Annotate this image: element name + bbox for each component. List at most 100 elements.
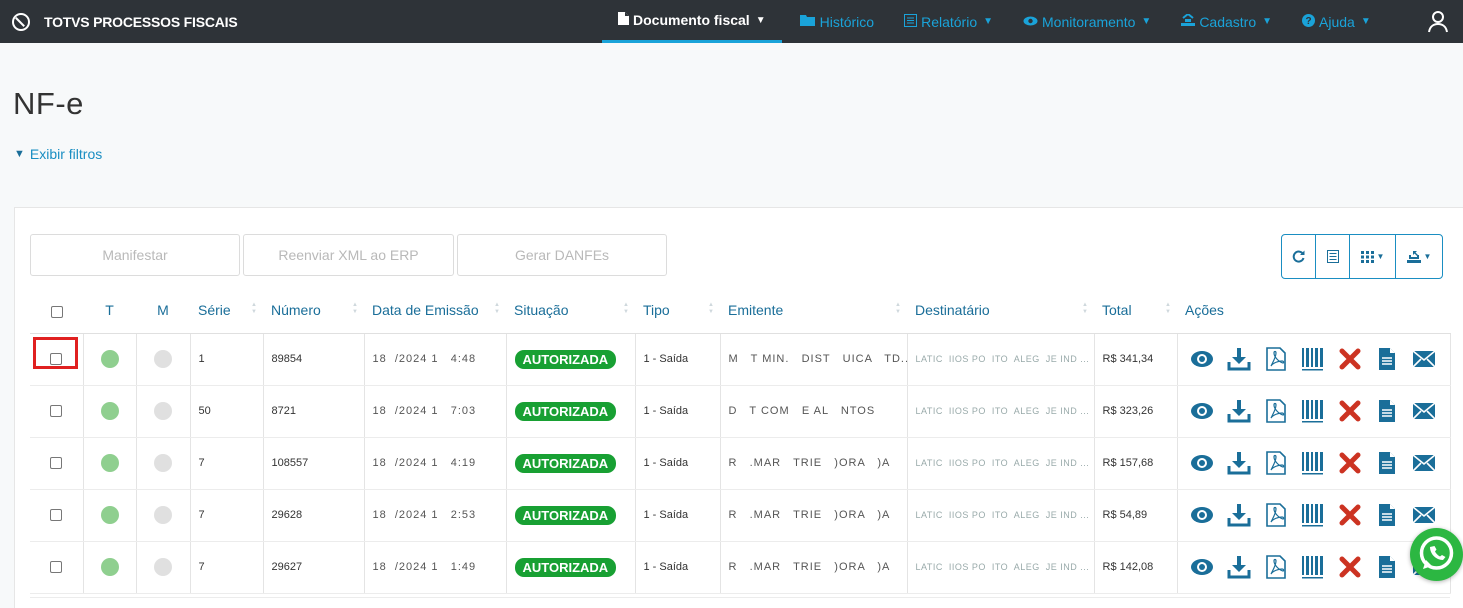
show-filters-toggle[interactable]: ▼ Exibir filtros (14, 146, 102, 162)
numero-cell: 8721 (263, 385, 365, 438)
brand-name: TOTVS PROCESSOS FISCAIS (44, 13, 238, 30)
nav-relatorio[interactable]: Relatório ▼ (904, 0, 993, 43)
status-t-cell (83, 541, 137, 594)
cancel-icon[interactable] (1338, 451, 1362, 475)
email-icon[interactable] (1411, 451, 1436, 475)
header-t[interactable]: T (83, 288, 136, 334)
status-m-cell (136, 385, 191, 438)
table-row[interactable]: 50 8721 18 /2024 1 7:03 AUTORIZADA 1 - Saída… (30, 385, 1451, 438)
whatsapp-icon[interactable] (1410, 528, 1463, 581)
nav-cadastro[interactable]: Cadastro ▼ (1181, 0, 1272, 43)
cancel-icon[interactable] (1338, 503, 1362, 527)
header-data-emissao[interactable]: Data de Emissão (364, 288, 506, 334)
barcode-icon[interactable] (1301, 555, 1325, 579)
user-icon[interactable] (1428, 11, 1448, 33)
brand[interactable]: TOTVS PROCESSOS FISCAIS (12, 0, 238, 43)
download-icon[interactable] (1227, 451, 1251, 475)
view-icon[interactable] (1190, 399, 1214, 423)
main-nav: Documento fiscal ▼ Histórico Relatório ▼… (602, 0, 1401, 43)
file-icon[interactable] (1375, 555, 1399, 579)
view-icon[interactable] (1190, 555, 1214, 579)
status-m-indicator-icon (154, 454, 172, 472)
pdf-icon[interactable] (1264, 503, 1288, 527)
status-badge: AUTORIZADA (514, 557, 617, 577)
refresh-icon (1292, 250, 1305, 263)
view-icon[interactable] (1190, 347, 1214, 371)
row-checkbox[interactable] (50, 561, 63, 574)
header-total[interactable]: Total (1094, 288, 1177, 334)
pdf-icon[interactable] (1264, 451, 1288, 475)
email-icon[interactable] (1411, 347, 1436, 371)
status-m-indicator-icon (154, 350, 172, 368)
export-button[interactable]: ▼ (1396, 235, 1442, 278)
file-icon[interactable] (1375, 503, 1399, 527)
reenviar-xml-button[interactable]: Reenviar XML ao ERP (243, 234, 454, 276)
cancel-icon[interactable] (1338, 555, 1362, 579)
table-row[interactable]: 1 89854 18 /2024 1 4:48 AUTORIZADA 1 - Saída… (30, 333, 1451, 386)
header-emitente[interactable]: Emitente (720, 288, 907, 334)
status-t-indicator-icon (100, 454, 119, 472)
table-row-partial (30, 597, 1450, 608)
pdf-icon[interactable] (1264, 555, 1288, 579)
download-icon[interactable] (1227, 399, 1251, 423)
email-icon[interactable] (1411, 503, 1436, 527)
row-select-cell (30, 437, 84, 490)
gerar-danfes-button[interactable]: Gerar DANFEs (457, 234, 667, 276)
barcode-icon[interactable] (1301, 503, 1325, 527)
show-filters-label: Exibir filtros (29, 146, 103, 162)
row-select-cell (30, 489, 84, 542)
email-icon[interactable] (1411, 399, 1436, 423)
table-tools: ▼ ▼ (1281, 234, 1443, 279)
tipo-cell: 1 - Saída (635, 385, 721, 438)
download-icon[interactable] (1227, 503, 1251, 527)
chevron-down-icon: ▼ (1141, 16, 1152, 27)
file-icon[interactable] (1375, 347, 1399, 371)
table-row[interactable]: 7 29628 18 /2024 1 2:53 AUTORIZADA 1 - Saída… (30, 489, 1451, 542)
status-m-cell (136, 333, 191, 386)
table-row[interactable]: 7 29627 18 /2024 1 1:49 AUTORIZADA 1 - Saída… (30, 541, 1451, 594)
download-icon[interactable] (1227, 347, 1251, 371)
top-navbar: TOTVS PROCESSOS FISCAIS Documento fiscal… (0, 0, 1463, 43)
header-numero[interactable]: Número (263, 288, 364, 334)
chevron-down-icon: ▼ (1376, 252, 1385, 261)
situacao-cell: AUTORIZADA (506, 489, 636, 542)
nav-historico[interactable]: Histórico (799, 0, 874, 43)
header-destinatario[interactable]: Destinatário (907, 288, 1094, 334)
download-icon[interactable] (1227, 555, 1251, 579)
document-icon (618, 12, 629, 28)
status-t-cell (83, 489, 137, 542)
nav-monitoramento[interactable]: Monitoramento ▼ (1023, 0, 1151, 43)
row-checkbox[interactable] (50, 509, 63, 522)
view-icon[interactable] (1190, 503, 1214, 527)
total-cell: R$ 54,89 (1094, 489, 1178, 542)
file-icon[interactable] (1375, 451, 1399, 475)
barcode-icon[interactable] (1301, 347, 1325, 371)
nav-documento-fiscal[interactable]: Documento fiscal ▼ (602, 0, 782, 43)
table-row[interactable]: 7 108557 18 /2024 1 4:19 AUTORIZADA 1 - Saíd… (30, 437, 1451, 490)
row-checkbox[interactable] (50, 405, 63, 418)
pdf-icon[interactable] (1264, 347, 1288, 371)
header-m[interactable]: M (136, 288, 190, 334)
barcode-icon[interactable] (1301, 451, 1325, 475)
view-icon[interactable] (1190, 451, 1214, 475)
manifestar-button[interactable]: Manifestar (30, 234, 240, 276)
header-tipo[interactable]: Tipo (635, 288, 720, 334)
list-view-button[interactable] (1316, 235, 1350, 278)
columns-button[interactable]: ▼ (1350, 235, 1396, 278)
tipo-cell: 1 - Saída (635, 541, 721, 594)
pdf-icon[interactable] (1264, 399, 1288, 423)
header-situacao[interactable]: Situação (506, 288, 635, 334)
header-serie[interactable]: Série (190, 288, 263, 334)
page-title: NF-e (13, 86, 84, 121)
barcode-icon[interactable] (1301, 399, 1325, 423)
file-icon[interactable] (1375, 399, 1399, 423)
cancel-icon[interactable] (1338, 347, 1362, 371)
status-t-cell (83, 385, 137, 438)
nav-ajuda[interactable]: ? Ajuda ▼ (1302, 0, 1371, 43)
actions-cell (1177, 333, 1451, 386)
status-badge: AUTORIZADA (514, 401, 617, 421)
cancel-icon[interactable] (1338, 399, 1362, 423)
row-checkbox[interactable] (50, 457, 63, 470)
select-all-checkbox[interactable] (50, 305, 63, 318)
refresh-button[interactable] (1282, 235, 1316, 278)
